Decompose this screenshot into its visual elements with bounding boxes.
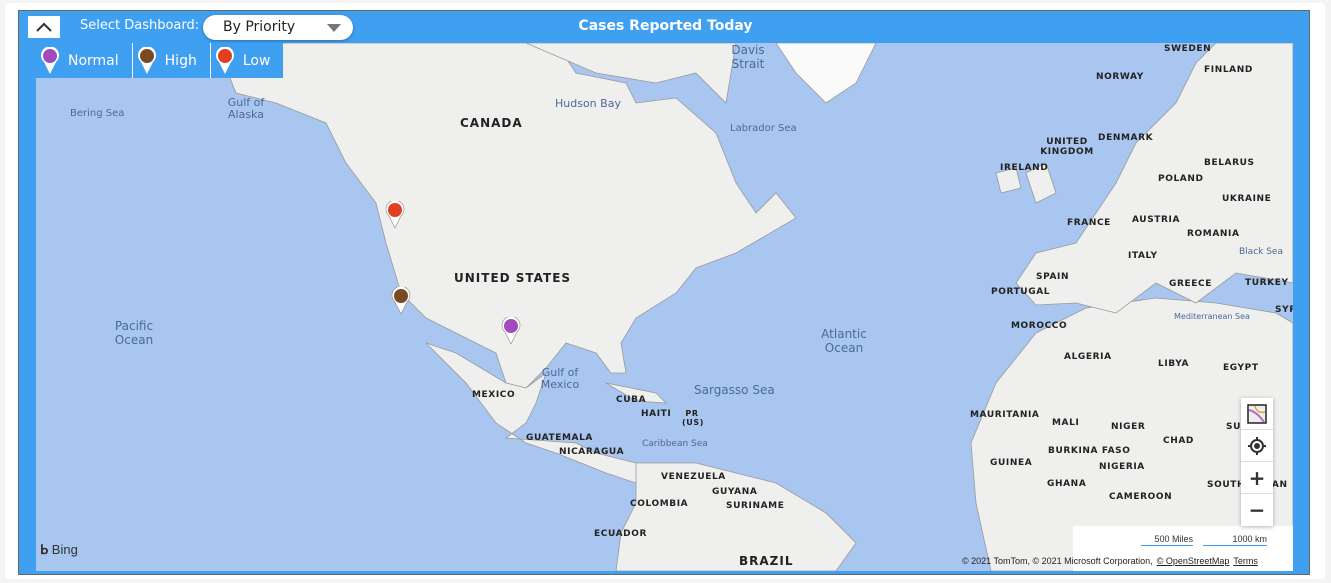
- label-mauritania: MAURITANIA: [970, 410, 1040, 420]
- label-finland: FINLAND: [1204, 65, 1253, 75]
- label-burkina-faso: BURKINA FASO: [1048, 446, 1131, 456]
- bing-logo: ᖯ Bing: [40, 542, 78, 558]
- locate-me-button[interactable]: [1241, 430, 1273, 462]
- dashboard-select[interactable]: By Priority: [203, 15, 353, 40]
- locate-icon: [1248, 436, 1266, 455]
- label-sargasso-sea: Sargasso Sea: [694, 383, 775, 397]
- legend-label: Low: [242, 52, 271, 69]
- dashboard-select-value: By Priority: [223, 19, 296, 35]
- label-romania: ROMANIA: [1187, 229, 1240, 239]
- label-brazil: BRAZIL: [739, 554, 794, 568]
- priority-legend: Normal High Low: [36, 43, 284, 78]
- label-libya: LIBYA: [1158, 359, 1190, 369]
- label-egypt: EGYPT: [1223, 363, 1259, 373]
- bing-icon: ᖯ: [40, 542, 49, 557]
- zoom-out-button[interactable]: −: [1241, 494, 1273, 526]
- label-mexico: MEXICO: [472, 390, 516, 400]
- legend-item-normal: Normal: [36, 43, 133, 78]
- legend-item-low: Low: [211, 43, 284, 78]
- label-sweden: SWEDEN: [1164, 44, 1212, 54]
- label-labrador-sea: Labrador Sea: [730, 123, 797, 134]
- zoom-in-button[interactable]: +: [1241, 462, 1273, 494]
- legend-item-high: High: [133, 43, 211, 78]
- label-pr: PR (US): [682, 409, 704, 427]
- label-austria: AUSTRIA: [1132, 215, 1181, 225]
- label-algeria: ALGERIA: [1064, 352, 1112, 362]
- label-portugal: PORTUGAL: [991, 287, 1051, 297]
- label-haiti: HAITI: [641, 409, 672, 419]
- label-guyana: GUYANA: [712, 487, 758, 497]
- label-pacific-ocean: Pacific Ocean: [114, 319, 154, 347]
- label-norway: NORWAY: [1096, 72, 1144, 82]
- label-cameroon: CAMEROON: [1109, 492, 1173, 502]
- label-morocco: MOROCCO: [1011, 321, 1068, 331]
- case-pin-high[interactable]: [391, 287, 411, 315]
- label-hudson-bay: Hudson Bay: [555, 97, 621, 110]
- case-pin-normal[interactable]: [501, 317, 521, 345]
- legend-label: High: [164, 52, 197, 69]
- chevron-down-icon: [327, 24, 341, 32]
- label-spain: SPAIN: [1036, 272, 1070, 282]
- label-turkey: TURKEY: [1245, 278, 1289, 288]
- map[interactable]: CANADA UNITED STATES MEXICO CUBA HAITI P…: [36, 43, 1293, 571]
- map-land: [215, 43, 1293, 571]
- label-mali: MALI: [1052, 418, 1080, 428]
- openstreetmap-link[interactable]: © OpenStreetMap: [1157, 556, 1230, 566]
- label-canada: CANADA: [460, 116, 523, 130]
- map-style-icon: [1247, 403, 1267, 424]
- label-nicaragua: NICARAGUA: [559, 447, 625, 457]
- label-davis-strait: Davis Strait: [731, 43, 765, 71]
- case-pin-low[interactable]: [385, 201, 405, 229]
- pin-icon: [137, 46, 156, 74]
- label-black-sea: Black Sea: [1239, 247, 1283, 257]
- scale-km: 1000 km: [1203, 534, 1267, 546]
- label-guatemala: GUATEMALA: [526, 433, 593, 443]
- label-niger: NIGER: [1111, 422, 1146, 432]
- label-gulf-of-mexico: Gulf of Mexico: [540, 366, 580, 391]
- label-ukraine: UKRAINE: [1222, 194, 1272, 204]
- pin-icon: [215, 46, 234, 74]
- legend-label: Normal: [68, 52, 119, 69]
- label-mediterranean-sea: Mediterranean Sea: [1174, 312, 1250, 321]
- pin-icon: [41, 46, 59, 74]
- label-syria: SYRIA: [1275, 305, 1293, 315]
- label-gulf-of-alaska: Gulf of Alaska: [227, 96, 265, 121]
- label-ghana: GHANA: [1047, 479, 1087, 489]
- label-france: FRANCE: [1067, 218, 1111, 228]
- label-chad: CHAD: [1163, 436, 1194, 446]
- label-italy: ITALY: [1128, 251, 1158, 261]
- label-atlantic-ocean: Atlantic Ocean: [821, 327, 867, 355]
- label-greece: GREECE: [1169, 279, 1212, 289]
- terms-link[interactable]: Terms: [1233, 556, 1258, 566]
- label-venezuela: VENEZUELA: [661, 472, 726, 482]
- label-cuba: CUBA: [616, 395, 647, 405]
- minus-icon: −: [1248, 498, 1266, 522]
- label-colombia: COLOMBIA: [630, 499, 689, 509]
- label-suriname: SURINAME: [726, 501, 785, 511]
- copyright: © 2021 TomTom, © 2021 Microsoft Corporat…: [962, 556, 1258, 566]
- label-poland: POLAND: [1158, 174, 1204, 184]
- label-united-states: UNITED STATES: [454, 271, 572, 285]
- label-denmark: DENMARK: [1098, 133, 1154, 143]
- label-belarus: BELARUS: [1204, 158, 1255, 168]
- bing-label: Bing: [51, 542, 78, 557]
- copyright-text: © 2021 TomTom, © 2021 Microsoft Corporat…: [962, 556, 1153, 566]
- label-ireland: IRELAND: [1000, 163, 1049, 173]
- page-title: Cases Reported Today: [578, 18, 753, 34]
- label-bering-sea: Bering Sea: [70, 108, 125, 119]
- scale-miles: 500 Miles: [1141, 534, 1193, 546]
- plus-icon: +: [1248, 465, 1266, 490]
- label-nigeria: NIGERIA: [1099, 462, 1145, 472]
- map-controls: + −: [1241, 398, 1273, 526]
- label-ecuador: ECUADOR: [594, 529, 648, 539]
- map-style-button[interactable]: [1241, 398, 1273, 430]
- label-uk: UNITED KINGDOM: [1040, 137, 1094, 157]
- label-guinea: GUINEA: [990, 458, 1033, 468]
- label-caribbean-sea: Caribbean Sea: [642, 439, 708, 449]
